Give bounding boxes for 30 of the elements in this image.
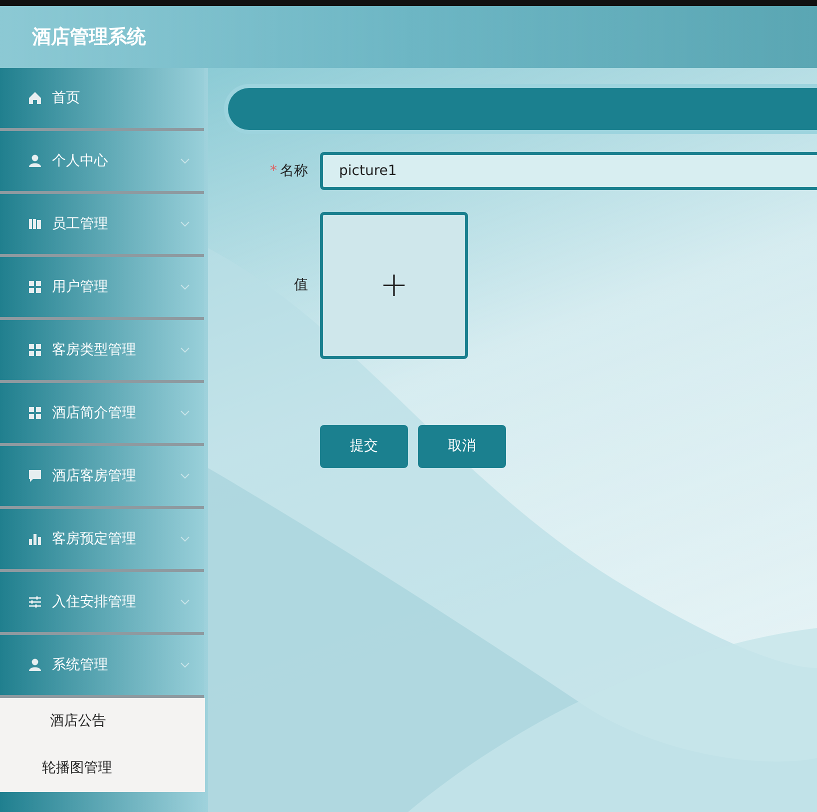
sidebar-item[interactable]: 系统管理 (0, 635, 204, 698)
submenu-item[interactable]: 轮播图管理 (42, 758, 112, 779)
books-icon (28, 217, 42, 231)
sidebar-item[interactable]: 入住安排管理 (0, 572, 204, 635)
sidebar-item[interactable]: 客房类型管理 (0, 320, 204, 383)
sidebar-item[interactable]: 个人中心 (0, 131, 204, 194)
required-mark: * (270, 162, 277, 178)
sidebar-item[interactable]: 客房预定管理 (0, 509, 204, 572)
chat-icon (28, 469, 42, 483)
person-icon (28, 658, 42, 672)
submenu-item[interactable]: 酒店公告 (50, 711, 106, 732)
field-label: 名称 (280, 162, 308, 178)
field-label: 值 (294, 277, 308, 293)
home-icon (28, 91, 42, 105)
app-title: 酒店管理系统 (32, 24, 146, 50)
cancel-button[interactable]: 取消 (418, 425, 506, 468)
name-input-field[interactable]: picture1 (320, 152, 817, 190)
sidebar-item[interactable]: 酒店客房管理 (0, 446, 204, 509)
sidebar-item[interactable]: 用户管理 (0, 257, 204, 320)
sidebar-item[interactable]: 酒店简介管理 (0, 383, 204, 446)
person-icon (28, 154, 42, 168)
upload-box[interactable]: + (320, 212, 468, 359)
submit-button[interactable]: 提交 (320, 425, 408, 468)
grid-icon (28, 280, 42, 294)
sidebar-item[interactable]: 首页 (0, 68, 204, 131)
sidebar-item[interactable]: 员工管理 (0, 194, 204, 257)
bar-chart-icon (28, 532, 42, 546)
grid-icon (28, 343, 42, 357)
grid-icon (28, 406, 42, 420)
sliders-icon (28, 595, 42, 609)
